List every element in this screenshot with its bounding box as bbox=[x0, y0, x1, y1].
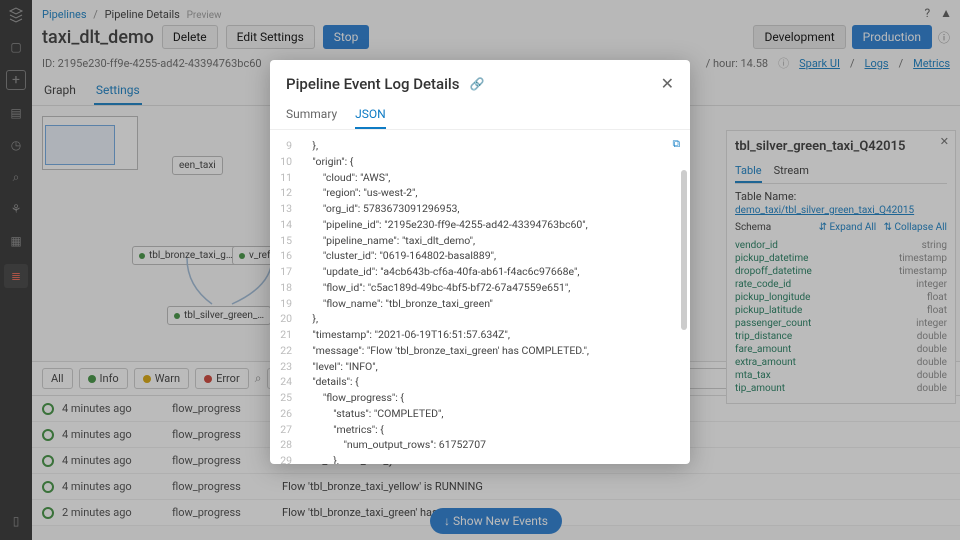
code-line: 27 "metrics": { bbox=[270, 422, 690, 438]
code-line: 22 "message": "Flow 'tbl_bronze_taxi_gre… bbox=[270, 343, 690, 359]
code-line: 13 "org_id": 5783673091296953, bbox=[270, 201, 690, 217]
code-line: 29 }, bbox=[270, 453, 690, 464]
code-line: 24 "details": { bbox=[270, 374, 690, 390]
code-line: 18 "flow_id": "c5ac189d-49bc-4bf5-bf72-6… bbox=[270, 280, 690, 296]
code-line: 23 "level": "INFO", bbox=[270, 359, 690, 375]
modal-tab-summary[interactable]: Summary bbox=[286, 101, 337, 129]
code-line: 21 "timestamp": "2021-06-19T16:51:57.634… bbox=[270, 327, 690, 343]
code-line: 26 "status": "COMPLETED", bbox=[270, 406, 690, 422]
code-line: 20 }, bbox=[270, 311, 690, 327]
code-line: 9 }, bbox=[270, 138, 690, 154]
code-line: 25 "flow_progress": { bbox=[270, 390, 690, 406]
code-line: 16 "cluster_id": "0619-164802-basal889", bbox=[270, 248, 690, 264]
json-viewer[interactable]: ⧉ 9 },10 "origin": {11 "cloud": "AWS",12… bbox=[270, 130, 690, 464]
close-icon[interactable]: ✕ bbox=[661, 74, 674, 93]
code-line: 17 "update_id": "a4cb643b-cf6a-40fa-ab61… bbox=[270, 264, 690, 280]
modal-tab-json[interactable]: JSON bbox=[355, 101, 386, 129]
copy-icon[interactable]: ⧉ bbox=[673, 136, 681, 152]
code-line: 14 "pipeline_id": "2195e230-ff9e-4255-ad… bbox=[270, 217, 690, 233]
code-line: 12 "region": "us-west-2", bbox=[270, 185, 690, 201]
event-log-modal: Pipeline Event Log Details 🔗 ✕ Summary J… bbox=[270, 60, 690, 464]
modal-title: Pipeline Event Log Details bbox=[286, 75, 459, 93]
code-line: 10 "origin": { bbox=[270, 154, 690, 170]
code-line: 28 "num_output_rows": 61752707 bbox=[270, 437, 690, 453]
code-line: 11 "cloud": "AWS", bbox=[270, 170, 690, 186]
code-line: 15 "pipeline_name": "taxi_dlt_demo", bbox=[270, 233, 690, 249]
permalink-icon[interactable]: 🔗 bbox=[469, 77, 484, 91]
code-line: 19 "flow_name": "tbl_bronze_taxi_green" bbox=[270, 296, 690, 312]
scrollbar-thumb[interactable] bbox=[681, 170, 687, 330]
